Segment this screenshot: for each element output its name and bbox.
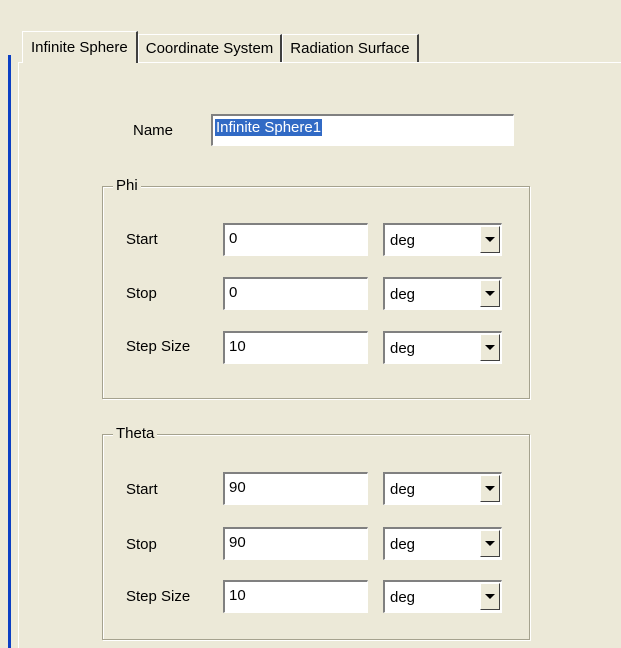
phi-step-size-input[interactable]: 10 (223, 331, 368, 364)
tab-radiation-surface[interactable]: Radiation Surface (282, 34, 419, 62)
theta-stop-unit-select[interactable]: deg (383, 527, 502, 560)
theta-step-size-unit-value: deg (390, 589, 416, 606)
phi-group-title: Phi (113, 177, 141, 195)
phi-start-input[interactable]: 0 (223, 223, 368, 256)
phi-start-unit-dropdown-button[interactable] (480, 226, 500, 253)
theta-start-unit-dropdown-button[interactable] (480, 475, 500, 502)
theta-group-title: Theta (113, 425, 158, 443)
name-field[interactable]: Infinite Sphere1 (211, 114, 514, 146)
window-left-border (8, 55, 11, 648)
theta-start-unit-select[interactable]: deg (383, 472, 502, 505)
phi-step-size-unit-value: deg (390, 340, 416, 357)
theta-start-label: Start (126, 481, 158, 498)
phi-stop-unit-dropdown-button[interactable] (480, 280, 500, 307)
phi-step-size-unit-dropdown-button[interactable] (480, 334, 500, 361)
name-label: Name (133, 122, 174, 139)
theta-step-size-unit-dropdown-button[interactable] (480, 583, 500, 610)
theta-stop-unit-dropdown-button[interactable] (480, 530, 500, 557)
theta-step-size-label: Step Size (126, 588, 191, 605)
chevron-down-icon (485, 345, 495, 350)
tab-strip: Infinite Sphere Coordinate System Radiat… (22, 30, 419, 63)
phi-start-unit-select[interactable]: deg (383, 223, 502, 256)
phi-stop-label: Stop (126, 285, 157, 302)
name-value: Infinite Sphere1 (215, 119, 323, 136)
theta-step-size-unit-select[interactable]: deg (383, 580, 502, 613)
chevron-down-icon (485, 486, 495, 491)
infinite-sphere-dialog: Infinite Sphere Coordinate System Radiat… (0, 0, 621, 648)
phi-start-label: Start (126, 231, 158, 248)
chevron-down-icon (485, 594, 495, 599)
tab-coordinate-system[interactable]: Coordinate System (137, 34, 283, 62)
phi-step-size-unit-select[interactable]: deg (383, 331, 502, 364)
chevron-down-icon (485, 291, 495, 296)
phi-stop-input[interactable]: 0 (223, 277, 368, 310)
theta-stop-label: Stop (126, 536, 157, 553)
theta-step-size-input[interactable]: 10 (223, 580, 368, 613)
phi-stop-unit-value: deg (390, 286, 416, 303)
chevron-down-icon (485, 541, 495, 546)
chevron-down-icon (485, 237, 495, 242)
tab-infinite-sphere[interactable]: Infinite Sphere (22, 31, 138, 63)
phi-step-size-label: Step Size (126, 338, 191, 355)
theta-start-unit-value: deg (390, 481, 416, 498)
phi-stop-unit-select[interactable]: deg (383, 277, 502, 310)
theta-stop-unit-value: deg (390, 536, 416, 553)
phi-start-unit-value: deg (390, 232, 416, 249)
theta-stop-input[interactable]: 90 (223, 527, 368, 560)
theta-start-input[interactable]: 90 (223, 472, 368, 505)
